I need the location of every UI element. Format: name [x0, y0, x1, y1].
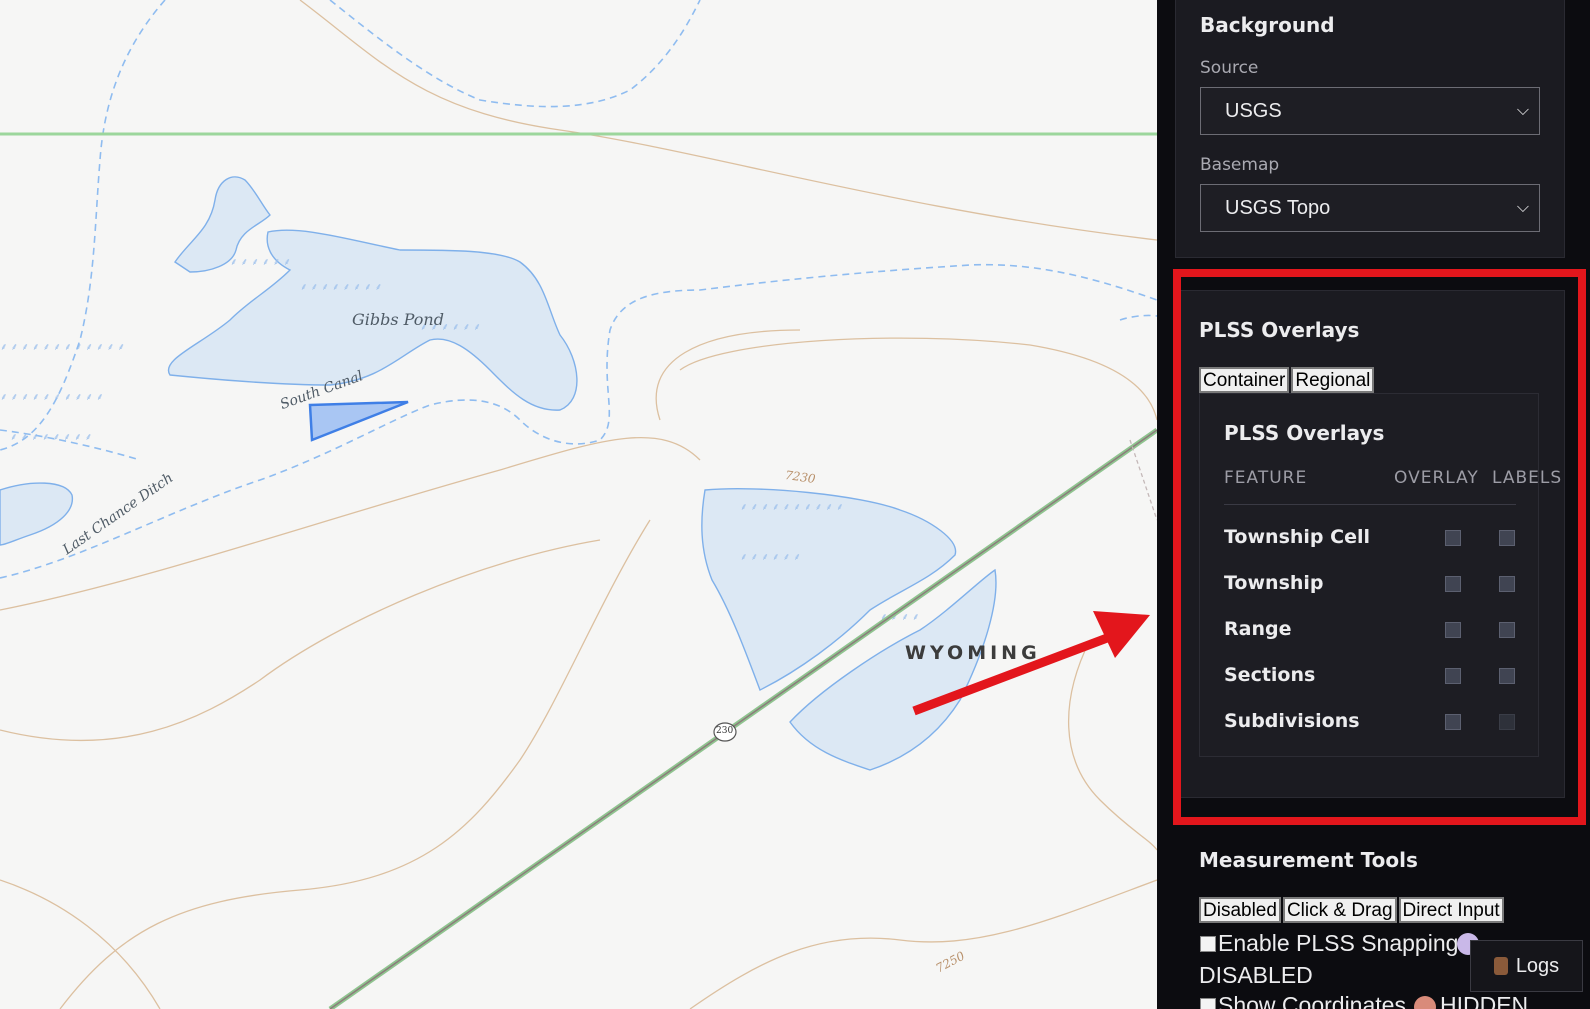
row-label-township: Township [1224, 572, 1324, 594]
table-header-divider [1224, 504, 1516, 505]
svg-text:⸙ ⸙ ⸙ ⸙ ⸙ ⸙: ⸙ ⸙ ⸙ ⸙ ⸙ ⸙ [740, 552, 801, 563]
mode-disabled-button[interactable]: Disabled [1199, 897, 1281, 923]
route-230-shield: 230 [716, 726, 734, 736]
measurement-mode-group: Disabled Click & Drag Direct Input [1199, 897, 1504, 923]
background-card: Background Source USGS ⌵ Basemap USGS To… [1175, 0, 1565, 258]
row-label-township-cell: Township Cell [1224, 526, 1370, 548]
logs-label: Logs [1515, 955, 1560, 977]
chevron-down-icon: ⌵ [1516, 102, 1529, 119]
measurement-title: Measurement Tools [1199, 848, 1418, 872]
column-header-feature: FEATURE [1224, 468, 1308, 488]
column-header-overlay: OVERLAY [1394, 468, 1479, 488]
tab-regional[interactable]: Regional [1291, 367, 1375, 393]
township-overlay-checkbox[interactable] [1445, 576, 1461, 592]
svg-text:⸙ ⸙ ⸙ ⸙ ⸙ ⸙ ⸙ ⸙ ⸙ ⸙: ⸙ ⸙ ⸙ ⸙ ⸙ ⸙ ⸙ ⸙ ⸙ ⸙ [0, 392, 104, 403]
show-coordinates-label: Show Coordinates [1218, 992, 1406, 1009]
subdivisions-labels-checkbox[interactable] [1499, 714, 1515, 730]
coordinates-status-text: HIDDEN [1440, 992, 1529, 1009]
township-cell-overlay-checkbox[interactable] [1445, 530, 1461, 546]
log-icon [1493, 957, 1508, 975]
township-labels-checkbox[interactable] [1499, 576, 1515, 592]
row-label-subdivisions: Subdivisions [1224, 710, 1360, 732]
basemap-select-value: USGS Topo [1225, 197, 1331, 219]
svg-text:⸙ ⸙ ⸙ ⸙ ⸙ ⸙: ⸙ ⸙ ⸙ ⸙ ⸙ ⸙ [230, 257, 291, 268]
sections-overlay-checkbox[interactable] [1445, 668, 1461, 684]
plss-title: PLSS Overlays [1199, 318, 1360, 342]
plss-inner-title: PLSS Overlays [1224, 421, 1385, 445]
map-label-gibbs-pond: Gibbs Pond [352, 310, 444, 329]
row-label-range: Range [1224, 618, 1292, 640]
row-label-sections: Sections [1224, 664, 1316, 686]
map-label-wyoming: WYOMING [905, 642, 1041, 664]
background-title: Background [1200, 13, 1335, 37]
svg-text:⸙ ⸙ ⸙ ⸙ ⸙ ⸙ ⸙ ⸙: ⸙ ⸙ ⸙ ⸙ ⸙ ⸙ ⸙ ⸙ [300, 282, 382, 293]
svg-text:⸙ ⸙ ⸙ ⸙ ⸙ ⸙ ⸙ ⸙ ⸙ ⸙: ⸙ ⸙ ⸙ ⸙ ⸙ ⸙ ⸙ ⸙ ⸙ ⸙ [740, 502, 844, 513]
source-select-value: USGS [1225, 100, 1282, 122]
plss-snapping-checkbox[interactable] [1200, 936, 1216, 952]
column-header-labels: LABELS [1492, 468, 1563, 488]
sections-labels-checkbox[interactable] [1499, 668, 1515, 684]
plss-snapping-label: Enable PLSS Snapping [1218, 930, 1459, 956]
show-coordinates-checkbox[interactable] [1200, 998, 1216, 1009]
coordinates-status-icon [1414, 996, 1436, 1009]
snapping-status-text: DISABLED [1199, 962, 1313, 988]
chevron-down-icon: ⌵ [1516, 199, 1529, 216]
mode-click-drag-button[interactable]: Click & Drag [1282, 897, 1397, 923]
township-cell-labels-checkbox[interactable] [1499, 530, 1515, 546]
basemap-select[interactable]: USGS Topo ⌵ [1200, 184, 1540, 232]
range-labels-checkbox[interactable] [1499, 622, 1515, 638]
map-canvas: ⸙ ⸙ ⸙ ⸙ ⸙ ⸙ ⸙ ⸙ ⸙ ⸙ ⸙ ⸙ ⸙ ⸙ ⸙ ⸙ ⸙ ⸙ ⸙ ⸙ … [0, 0, 1157, 1009]
plss-tab-group: Container Regional [1199, 367, 1375, 393]
range-overlay-checkbox[interactable] [1445, 622, 1461, 638]
tab-container[interactable]: Container [1199, 367, 1290, 393]
logs-button[interactable]: Logs [1470, 940, 1583, 992]
plss-overlay-table: PLSS Overlays FEATURE OVERLAY LABELS Tow… [1199, 393, 1561, 757]
subdivisions-overlay-checkbox[interactable] [1445, 714, 1461, 730]
source-select[interactable]: USGS ⌵ [1200, 87, 1540, 135]
mode-direct-input-button[interactable]: Direct Input [1398, 897, 1504, 923]
source-label: Source [1200, 58, 1259, 78]
map-view[interactable]: ⸙ ⸙ ⸙ ⸙ ⸙ ⸙ ⸙ ⸙ ⸙ ⸙ ⸙ ⸙ ⸙ ⸙ ⸙ ⸙ ⸙ ⸙ ⸙ ⸙ … [0, 0, 1157, 1009]
settings-panel: Background Source USGS ⌵ Basemap USGS To… [1157, 0, 1590, 1009]
basemap-label: Basemap [1200, 155, 1280, 175]
svg-text:⸙ ⸙ ⸙ ⸙ ⸙ ⸙ ⸙ ⸙ ⸙ ⸙ ⸙ ⸙: ⸙ ⸙ ⸙ ⸙ ⸙ ⸙ ⸙ ⸙ ⸙ ⸙ ⸙ ⸙ [0, 342, 125, 353]
